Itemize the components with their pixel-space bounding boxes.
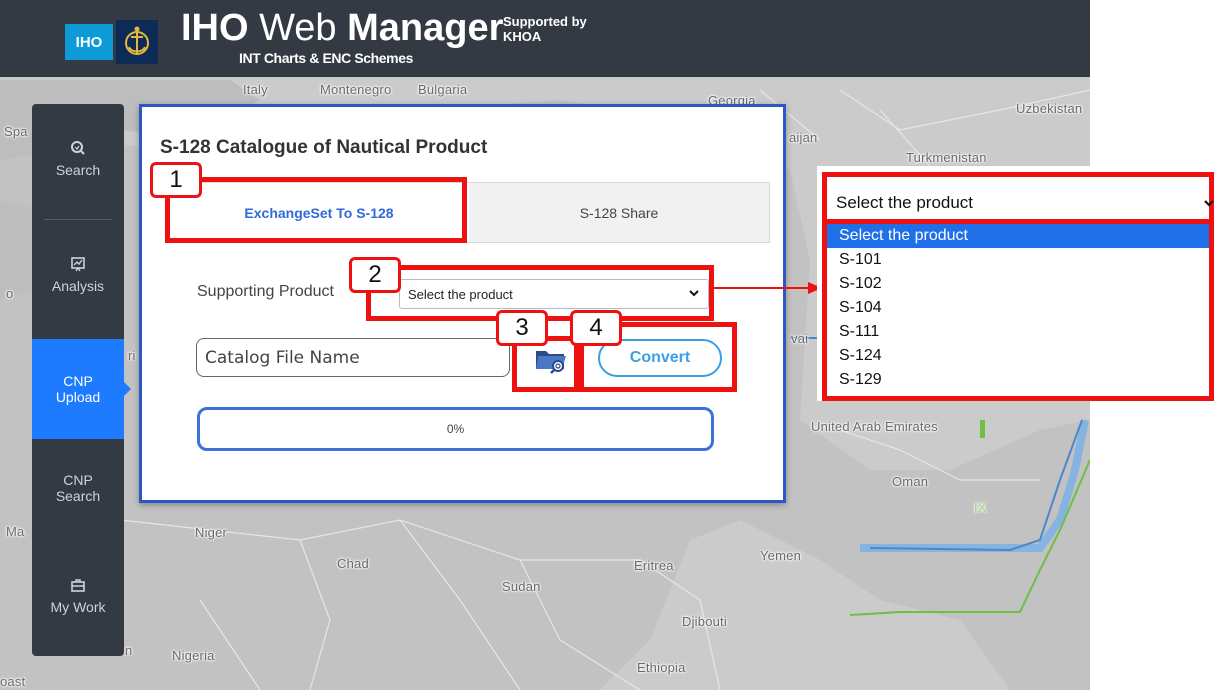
annotation-number-2: 2 — [349, 257, 401, 293]
supported-by-org: KHOA — [503, 29, 542, 44]
map-label: Ethiopia — [637, 660, 686, 675]
dropdown-selected-value: Select the product — [836, 193, 974, 212]
map-label: Uzbekistan — [1016, 101, 1083, 116]
map-label: aijan — [789, 130, 818, 145]
progress-text: 0% — [446, 422, 465, 436]
supported-by-label: Supported by — [503, 14, 587, 29]
map-label: Spa — [4, 124, 28, 139]
dropdown-option[interactable]: S-101 — [827, 248, 1209, 272]
annotation-box-1 — [165, 177, 467, 243]
chevron-down-icon — [1204, 200, 1214, 207]
map-label: vai — [791, 331, 809, 346]
map-label: Oman — [892, 474, 929, 489]
sidebar: Search Analysis CNP Upload CNP Search My… — [32, 104, 131, 656]
map-label: o — [6, 286, 14, 301]
progress-bar: 0% — [197, 407, 714, 451]
map-label: IX — [974, 500, 987, 515]
sidebar-item-search[interactable]: Search — [32, 140, 124, 178]
dropdown-option[interactable]: S-129 — [827, 368, 1209, 392]
map-label: Ma — [6, 524, 25, 539]
dropdown-option[interactable]: S-124 — [827, 344, 1209, 368]
app-title-iho: IHO — [181, 7, 249, 49]
sidebar-item-label: Analysis — [51, 278, 105, 294]
sidebar-item-cnp-upload[interactable]: CNP Upload — [32, 339, 131, 439]
briefcase-icon — [71, 579, 85, 592]
map-label: Yemen — [760, 548, 801, 563]
dropdown-option[interactable]: S-102 — [827, 272, 1209, 296]
map-label: Italy — [243, 82, 268, 97]
map-label: Eritrea — [634, 558, 674, 573]
iho-logo[interactable]: IHO — [65, 24, 113, 60]
app-subtitle: INT Charts & ENC Schemes — [239, 50, 414, 66]
supported-by: Supported by KHOA — [503, 14, 587, 44]
dropdown-option[interactable]: S-104 — [827, 296, 1209, 320]
annotation-number-1: 1 — [150, 162, 202, 198]
annotation-arrow — [714, 282, 822, 294]
sidebar-item-analysis[interactable]: Analysis — [32, 256, 124, 294]
search-icon — [71, 141, 85, 155]
app-title-manager: Manager — [347, 7, 504, 49]
dropdown-options: Select the product S-101 S-102 S-104 S-1… — [822, 224, 1214, 401]
sidebar-divider — [44, 219, 112, 220]
tab-s128-share[interactable]: S-128 Share — [469, 183, 769, 242]
supporting-product-label: Supporting Product — [197, 283, 334, 300]
map-label: ri — [128, 348, 136, 363]
map-label: Djibouti — [682, 614, 727, 629]
active-indicator — [123, 381, 131, 397]
dropdown-option[interactable]: Select the product — [827, 224, 1209, 248]
dialog-title: S-128 Catalogue of Nautical Product — [160, 137, 488, 158]
map-label: Bulgaria — [418, 82, 468, 97]
dropdown-option[interactable]: S-111 — [827, 320, 1209, 344]
iho-emblem-icon — [116, 20, 158, 64]
analysis-icon — [71, 257, 85, 272]
annotation-number-3: 3 — [496, 310, 548, 346]
map-label: Niger — [195, 525, 228, 540]
map-label: Montenegro — [320, 82, 392, 97]
map-label: n — [125, 643, 133, 658]
map-label: Nigeria — [172, 648, 215, 663]
map-label: oast — [0, 674, 26, 689]
annotation-number-4: 4 — [570, 310, 622, 346]
sidebar-item-label: CNP Upload — [55, 373, 101, 405]
sidebar-item-label: My Work — [50, 599, 106, 615]
dropdown-selected[interactable]: Select the product — [822, 172, 1214, 224]
app-title-web: Web — [248, 7, 348, 49]
map-label: Chad — [337, 556, 369, 571]
catalog-file-name-input[interactable]: Catalog File Name — [196, 338, 510, 377]
map-label: Sudan — [502, 579, 541, 594]
sidebar-item-label: Search — [55, 162, 101, 178]
sidebar-item-cnp-search[interactable]: CNP Search — [32, 472, 124, 504]
sidebar-item-my-work[interactable]: My Work — [32, 577, 124, 615]
app-title: IHO Web Manager — [181, 8, 503, 48]
sidebar-item-label: CNP Search — [55, 472, 101, 504]
map-label: Turkmenistan — [906, 150, 987, 165]
app-header: IHO IHO Web Manager INT Charts & ENC Sch… — [0, 0, 1090, 77]
map-label: United Arab Emirates — [811, 419, 938, 434]
